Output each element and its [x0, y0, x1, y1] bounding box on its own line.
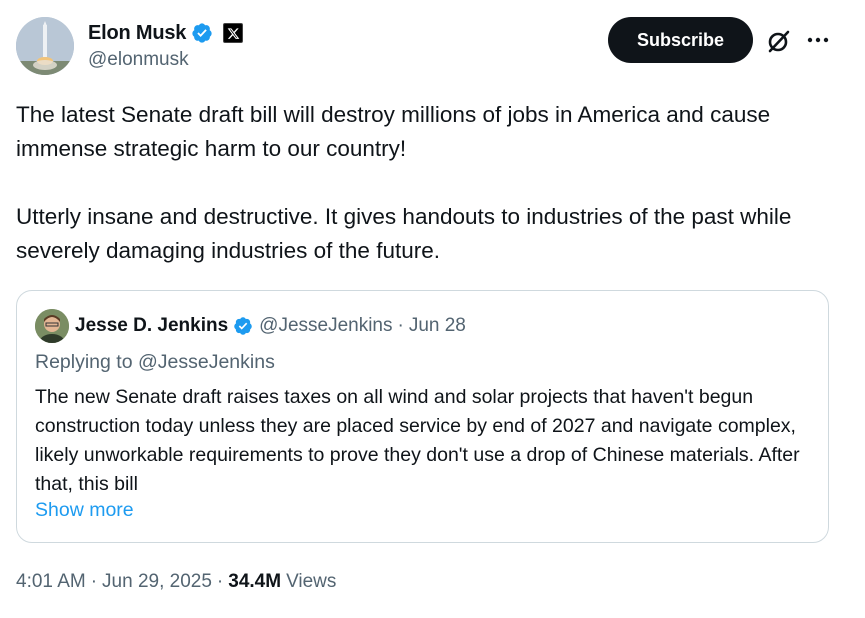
x-logo-icon[interactable] — [223, 23, 244, 43]
replying-to: Replying to @JesseJenkins — [35, 351, 275, 373]
meta-separator: · — [90, 571, 98, 592]
tweet-text: The latest Senate draft bill will destro… — [16, 98, 841, 268]
quoted-author-avatar[interactable] — [35, 309, 69, 343]
author-name-row: Elon Musk — [88, 20, 244, 46]
meta-separator: · — [216, 571, 224, 592]
tweet-date[interactable]: Jun 29, 2025 — [102, 571, 212, 593]
rocket-launch-avatar — [16, 17, 74, 75]
more-dots-icon[interactable] — [806, 30, 830, 50]
tweet-paragraph: The latest Senate draft bill will destro… — [16, 102, 771, 161]
tweet-footer: 4:01 AM · Jun 29, 2025 · 34.4M Views — [16, 571, 336, 593]
quoted-header: Jesse D. Jenkins @JesseJenkins · Jun 28 — [75, 313, 466, 339]
author-handle[interactable]: @elonmusk — [88, 49, 189, 71]
tweet-paragraph: Utterly insane and destructive. It gives… — [16, 204, 792, 263]
quoted-handle[interactable]: @JesseJenkins — [259, 315, 392, 337]
tweet-time[interactable]: 4:01 AM — [16, 571, 86, 593]
author-name[interactable]: Elon Musk — [88, 22, 186, 45]
author-avatar[interactable] — [16, 17, 74, 75]
subscribe-button[interactable]: Subscribe — [608, 17, 753, 63]
grok-icon[interactable] — [765, 28, 791, 54]
person-avatar-icon — [35, 309, 69, 343]
quoted-date[interactable]: Jun 28 — [409, 315, 466, 337]
views-count: 34.4M — [228, 571, 282, 592]
views-label: Views — [286, 571, 337, 592]
show-more-link[interactable]: Show more — [35, 499, 134, 522]
verified-badge-icon[interactable] — [233, 316, 253, 336]
meta-separator: · — [397, 315, 404, 336]
quoted-tweet-card[interactable]: Jesse D. Jenkins @JesseJenkins · Jun 28 … — [16, 290, 829, 543]
verified-badge-icon[interactable] — [191, 22, 213, 44]
quoted-author-name[interactable]: Jesse D. Jenkins — [75, 315, 228, 337]
quoted-text: The new Senate draft raises taxes on all… — [35, 386, 800, 495]
